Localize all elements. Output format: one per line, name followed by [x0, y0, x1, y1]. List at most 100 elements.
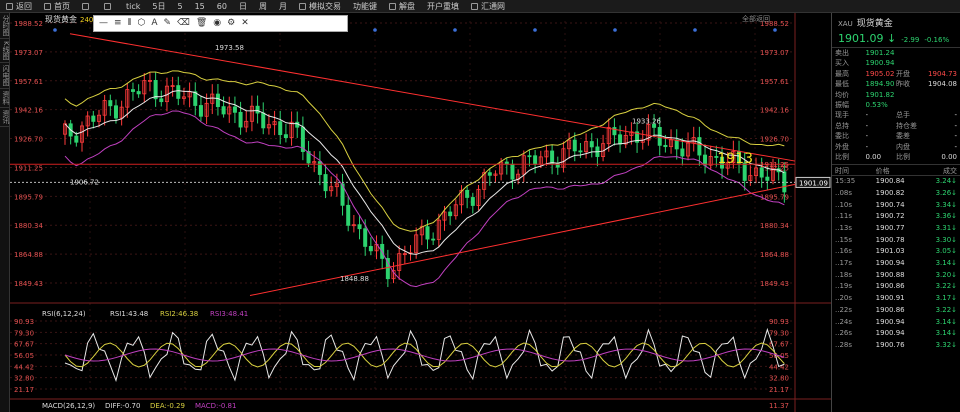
- candle-body: [113, 105, 118, 119]
- candle-body: [572, 139, 577, 152]
- candle-body: [578, 150, 583, 153]
- eraser-tool-icon[interactable]: ⌫: [177, 19, 190, 28]
- rsi-axis-label: 32.80: [769, 375, 789, 383]
- delete-tool-icon[interactable]: 🗑: [196, 19, 207, 28]
- price-change: -2.99: [901, 36, 920, 44]
- hline-tool-icon[interactable]: ≡: [114, 19, 122, 28]
- trade-cell: ..19s: [835, 282, 853, 291]
- quote-cell: 1905.02: [865, 69, 895, 78]
- left-tab[interactable]: 闪电图: [0, 63, 10, 89]
- candle-body: [159, 98, 164, 103]
- left-axis-label: 1849.43: [14, 280, 43, 288]
- back-icon: [6, 2, 13, 10]
- trade-cell: 3.20↓: [935, 270, 958, 279]
- quote-cell: 最低: [835, 80, 849, 89]
- toolbar-item[interactable]: 模拟交易: [293, 1, 347, 12]
- text-tool-icon[interactable]: A: [151, 19, 157, 28]
- toolbar-item[interactable]: 解盘: [383, 1, 421, 12]
- quote-cell: 0.53%: [865, 100, 888, 109]
- trade-list[interactable]: 15:35 1900.84 3.24↓ ..08s 1900.82 3.26↓ ..10s 1…: [832, 176, 960, 351]
- kline-chart-area[interactable]: 1988.52 1988.52 1973.07 1973.07 1957.61 1957.…: [10, 13, 831, 412]
- macd-axis-label: 11.37: [769, 402, 789, 410]
- left-tab[interactable]: K线图: [0, 39, 10, 63]
- shape-tool-icon[interactable]: ⬡: [138, 19, 146, 28]
- left-axis-label: 1880.34: [14, 222, 43, 230]
- quote-row: 委比 - 委差 -: [832, 131, 960, 141]
- trade-cell: ..11s: [835, 212, 853, 221]
- left-axis-label: 1973.07: [14, 49, 43, 57]
- quote-cell: -: [954, 132, 957, 141]
- toolbar-item[interactable]: 日: [233, 1, 253, 12]
- toolbar-item[interactable]: 月: [273, 1, 293, 12]
- quote-rows: 卖出 1901.24 买入 1900.94 最高 1905.02 开盘 1904.73 最低 18…: [832, 48, 960, 162]
- toolbar-item[interactable]: 5日: [146, 1, 171, 12]
- trade-cell: 3.14↓: [935, 329, 958, 338]
- low-annotation: 1848.88: [340, 275, 369, 283]
- toolbar-item[interactable]: 5: [171, 2, 188, 11]
- trade-cell: 1900.91: [875, 294, 905, 303]
- toolbar-item[interactable]: 功能键: [347, 1, 383, 12]
- quote-cell: 总手: [896, 111, 910, 120]
- toolbar-item-label: 首页: [54, 1, 70, 11]
- quote-cell: 1894.90: [865, 80, 895, 89]
- pen-tool-icon[interactable]: ✎: [164, 19, 172, 28]
- event-marker: [453, 28, 457, 32]
- bars-tool-icon[interactable]: ⦀: [128, 19, 132, 28]
- trade-cell: 3.24↓: [935, 177, 958, 186]
- rsi-label: RSI(6,12,24): [42, 310, 86, 318]
- candle-body: [74, 135, 79, 143]
- quote-cell: -: [954, 142, 957, 151]
- trade-row: ..22s 1900.86 3.22↓: [832, 305, 960, 317]
- toolbar-item[interactable]: 开户重填: [421, 1, 465, 12]
- toolbar-item[interactable]: 周: [253, 1, 273, 12]
- candle-body: [357, 224, 362, 230]
- left-tab[interactable]: 分时图: [0, 13, 10, 39]
- trade-cell: 3.30↓: [935, 235, 958, 244]
- toolbar-item[interactable]: 首页: [38, 1, 76, 12]
- close-icon[interactable]: ✕: [241, 19, 249, 28]
- quote-row: 均价 1901.82: [832, 90, 960, 100]
- trade-cell: ..18s: [835, 270, 853, 279]
- trade-cell: ..28s: [835, 340, 853, 349]
- toolbar-item[interactable]: tick: [120, 2, 146, 11]
- toolbar-item[interactable]: [76, 2, 98, 10]
- trade-cell: ..15s: [835, 235, 853, 244]
- eye-tool-icon[interactable]: ◉: [213, 19, 221, 28]
- candle-body: [91, 115, 96, 122]
- rsi-axis-label: 90.93: [769, 318, 789, 326]
- trade-cell: ..17s: [835, 259, 853, 268]
- kline-chart[interactable]: 1988.521988.521973.071973.071957.611957.…: [10, 13, 831, 412]
- trade-cell: 1900.74: [875, 200, 905, 209]
- toolbar-item-label: 5: [177, 1, 183, 11]
- trade-row: ..28s 1900.76 3.32↓: [832, 340, 960, 352]
- candle-body: [510, 163, 515, 180]
- quote-cell: 1904.08: [928, 80, 957, 89]
- trade-cell: 15:35: [835, 177, 856, 186]
- rsi-axis-label: 32.80: [14, 375, 34, 383]
- toolbar-item[interactable]: [98, 2, 120, 10]
- toolbar-item[interactable]: 15: [189, 2, 211, 11]
- candle-body: [261, 112, 266, 129]
- toolbar-item-label: 功能键: [352, 1, 377, 11]
- macd-label: MACD(26,12,9): [42, 402, 95, 410]
- quote-cell: 比例: [896, 152, 910, 161]
- home-icon: [44, 2, 51, 10]
- toolbar-item[interactable]: 60: [211, 2, 233, 11]
- left-tab[interactable]: 资料: [0, 89, 10, 108]
- trade-row: ..20s 1900.91 3.17↓: [832, 293, 960, 305]
- line-tool-icon[interactable]: —: [99, 19, 108, 28]
- candle-body: [368, 246, 373, 252]
- quote-cell: 卖出: [835, 49, 849, 57]
- candle-body: [618, 134, 623, 145]
- toolbar-item[interactable]: 返回: [0, 1, 38, 12]
- trade-cell: ..20s: [835, 294, 853, 303]
- quote-panel: XAU 现货黄金 1901.09 ↓ -2.99 -0.16% 卖出 1901.24 买入…: [831, 13, 960, 412]
- rsi3-value: RSI3:48.41: [210, 310, 248, 318]
- toolbar-item[interactable]: 汇通网: [465, 1, 511, 12]
- left-tab[interactable]: 资讯: [0, 108, 10, 127]
- settings-tool-icon[interactable]: ⚙: [227, 19, 235, 28]
- rsi-axis-label: 56.05: [14, 352, 34, 360]
- trade-cell: ..22s: [835, 305, 853, 314]
- candle-body: [278, 121, 283, 136]
- trade-row: ..08s 1900.82 3.26↓: [832, 188, 960, 200]
